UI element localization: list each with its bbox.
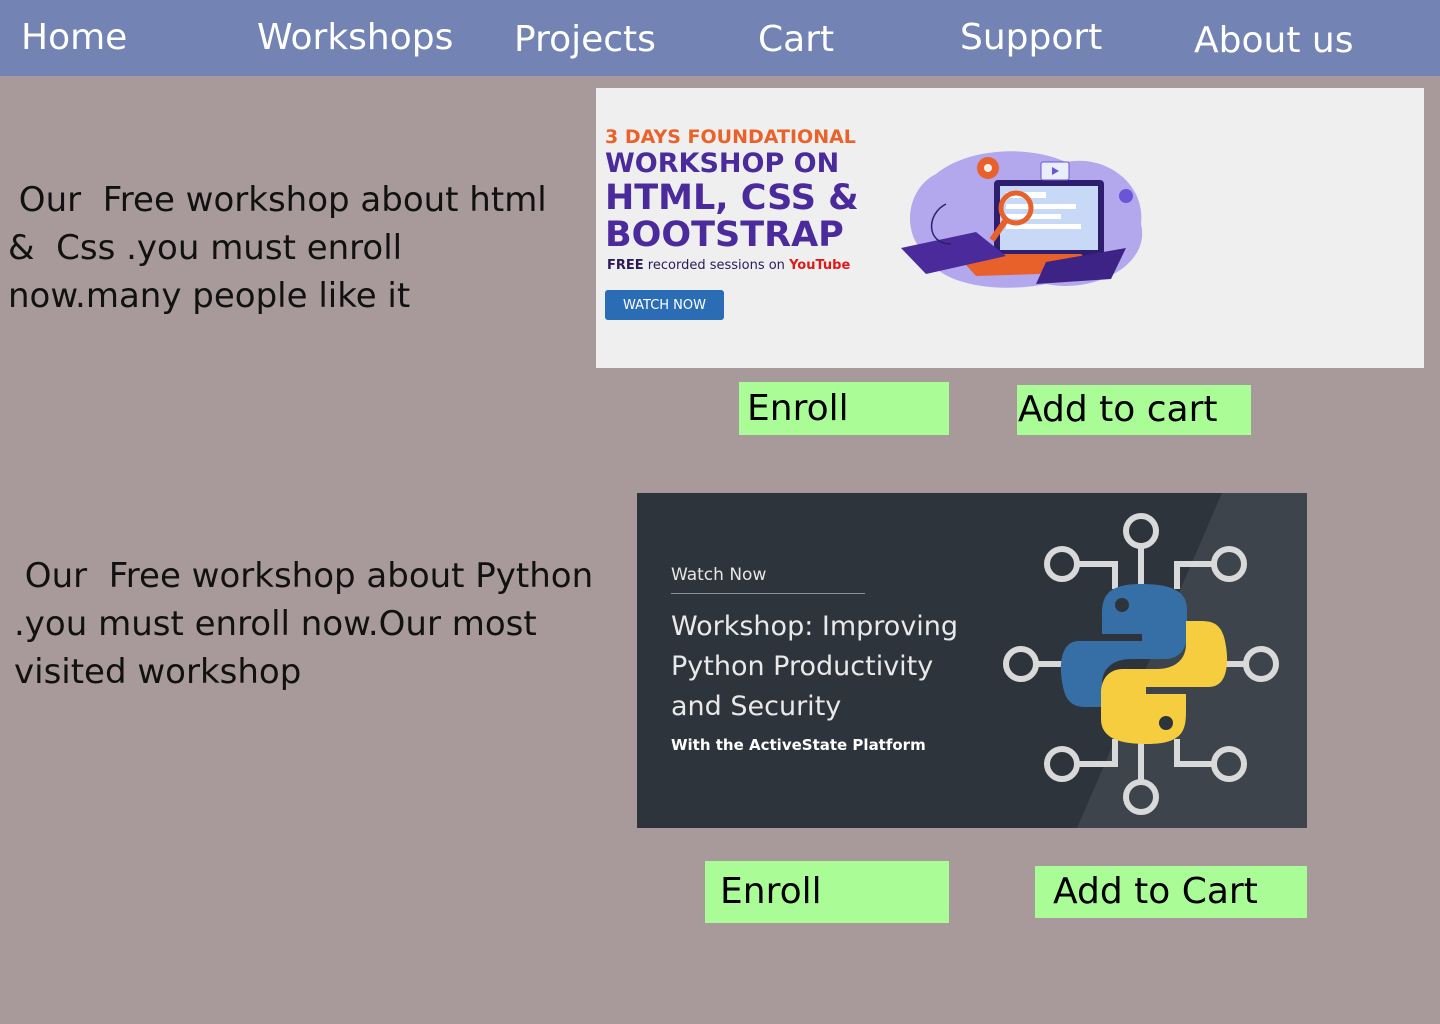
computer-illustration-icon: [901, 151, 1143, 288]
enroll-python-button[interactable]: Enroll: [705, 861, 949, 923]
banner-line-2: HTML, CSS &: [605, 178, 859, 218]
banner-line-1: WORKSHOP ON: [605, 148, 840, 179]
add-to-cart-html-label: Add to cart: [1018, 389, 1218, 430]
nav-support[interactable]: Support: [960, 20, 1102, 56]
add-to-cart-html-button[interactable]: Add to cart: [1017, 385, 1251, 435]
nav-workshops[interactable]: Workshops: [257, 20, 453, 56]
banner-free-bold: FREE: [607, 258, 644, 273]
banner-youtube: YouTube: [789, 258, 851, 273]
banner-free-text: FREE recorded sessions on YouTube: [607, 258, 850, 273]
add-to-cart-python-button[interactable]: Add to Cart: [1035, 866, 1307, 918]
nav-home[interactable]: Home: [21, 20, 127, 56]
nav-about-us[interactable]: About us: [1194, 23, 1353, 59]
banner-watch-now: Watch Now: [671, 565, 767, 585]
enroll-html-label: Enroll: [747, 387, 849, 429]
html-workshop-description: Our Free workshop about html & Css .you …: [8, 180, 547, 316]
python-workshop-banner: Watch Now Workshop: Improving Python Pro…: [637, 493, 1307, 828]
banner-subtitle: With the ActiveState Platform: [671, 736, 926, 754]
nav-projects[interactable]: Projects: [514, 22, 656, 58]
banner-days-text: 3 DAYS FOUNDATIONAL: [605, 126, 856, 148]
banner-line-3: BOOTSTRAP: [605, 215, 844, 255]
watch-now-button[interactable]: WATCH NOW: [605, 290, 724, 320]
add-to-cart-python-label: Add to Cart: [1053, 871, 1258, 912]
banner-free-rest: recorded sessions on: [643, 258, 790, 273]
python-workshop-description: Our Free workshop about Python .you must…: [14, 556, 594, 692]
banner-title: Workshop: Improving Python Productivity …: [671, 611, 959, 722]
enroll-html-button[interactable]: Enroll: [739, 382, 949, 435]
enroll-python-label: Enroll: [720, 871, 822, 912]
banner-divider: [671, 593, 865, 594]
nav-cart[interactable]: Cart: [758, 22, 834, 58]
python-logo-icon: [1003, 513, 1279, 815]
top-nav: Home Workshops Projects Cart Support Abo…: [0, 0, 1440, 76]
html-workshop-banner: 3 DAYS FOUNDATIONAL WORKSHOP ON HTML, CS…: [596, 88, 1424, 368]
